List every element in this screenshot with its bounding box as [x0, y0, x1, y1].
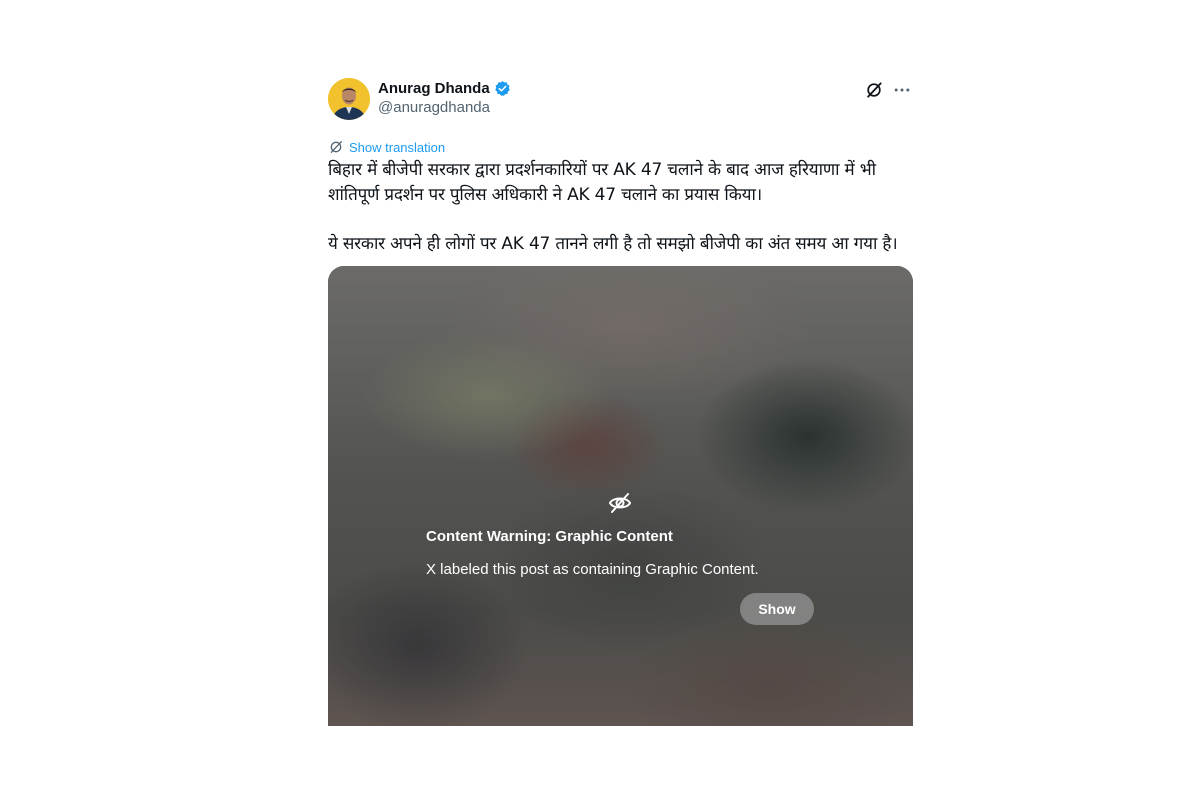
author-info: Anurag Dhanda @anuragdhanda	[378, 78, 511, 116]
show-translation-link[interactable]: Show translation	[328, 138, 488, 156]
grok-icon[interactable]	[863, 79, 885, 101]
content-warning-text: X labeled this post as containing Graphi…	[426, 561, 759, 578]
tweet: Anurag Dhanda @anuragdhanda Show transla…	[328, 76, 913, 726]
more-icon[interactable]	[891, 79, 913, 101]
tweet-header: Anurag Dhanda @anuragdhanda	[328, 76, 913, 122]
eye-off-icon	[608, 491, 632, 515]
content-warning-title: Content Warning: Graphic Content	[426, 528, 673, 545]
tweet-text: बिहार में बीजेपी सरकार द्वारा प्रदर्शनका…	[328, 160, 898, 254]
handle[interactable]: @anuragdhanda	[378, 99, 511, 116]
display-name-row: Anurag Dhanda	[378, 78, 511, 98]
media-container[interactable]: Content Warning: Graphic Content X label…	[328, 266, 913, 726]
verified-badge-icon	[494, 80, 511, 97]
show-button[interactable]: Show	[740, 593, 814, 625]
translate-icon	[330, 141, 342, 153]
avatar[interactable]	[328, 78, 370, 120]
show-translation-label: Show translation	[349, 139, 446, 155]
display-name[interactable]: Anurag Dhanda	[378, 80, 490, 97]
